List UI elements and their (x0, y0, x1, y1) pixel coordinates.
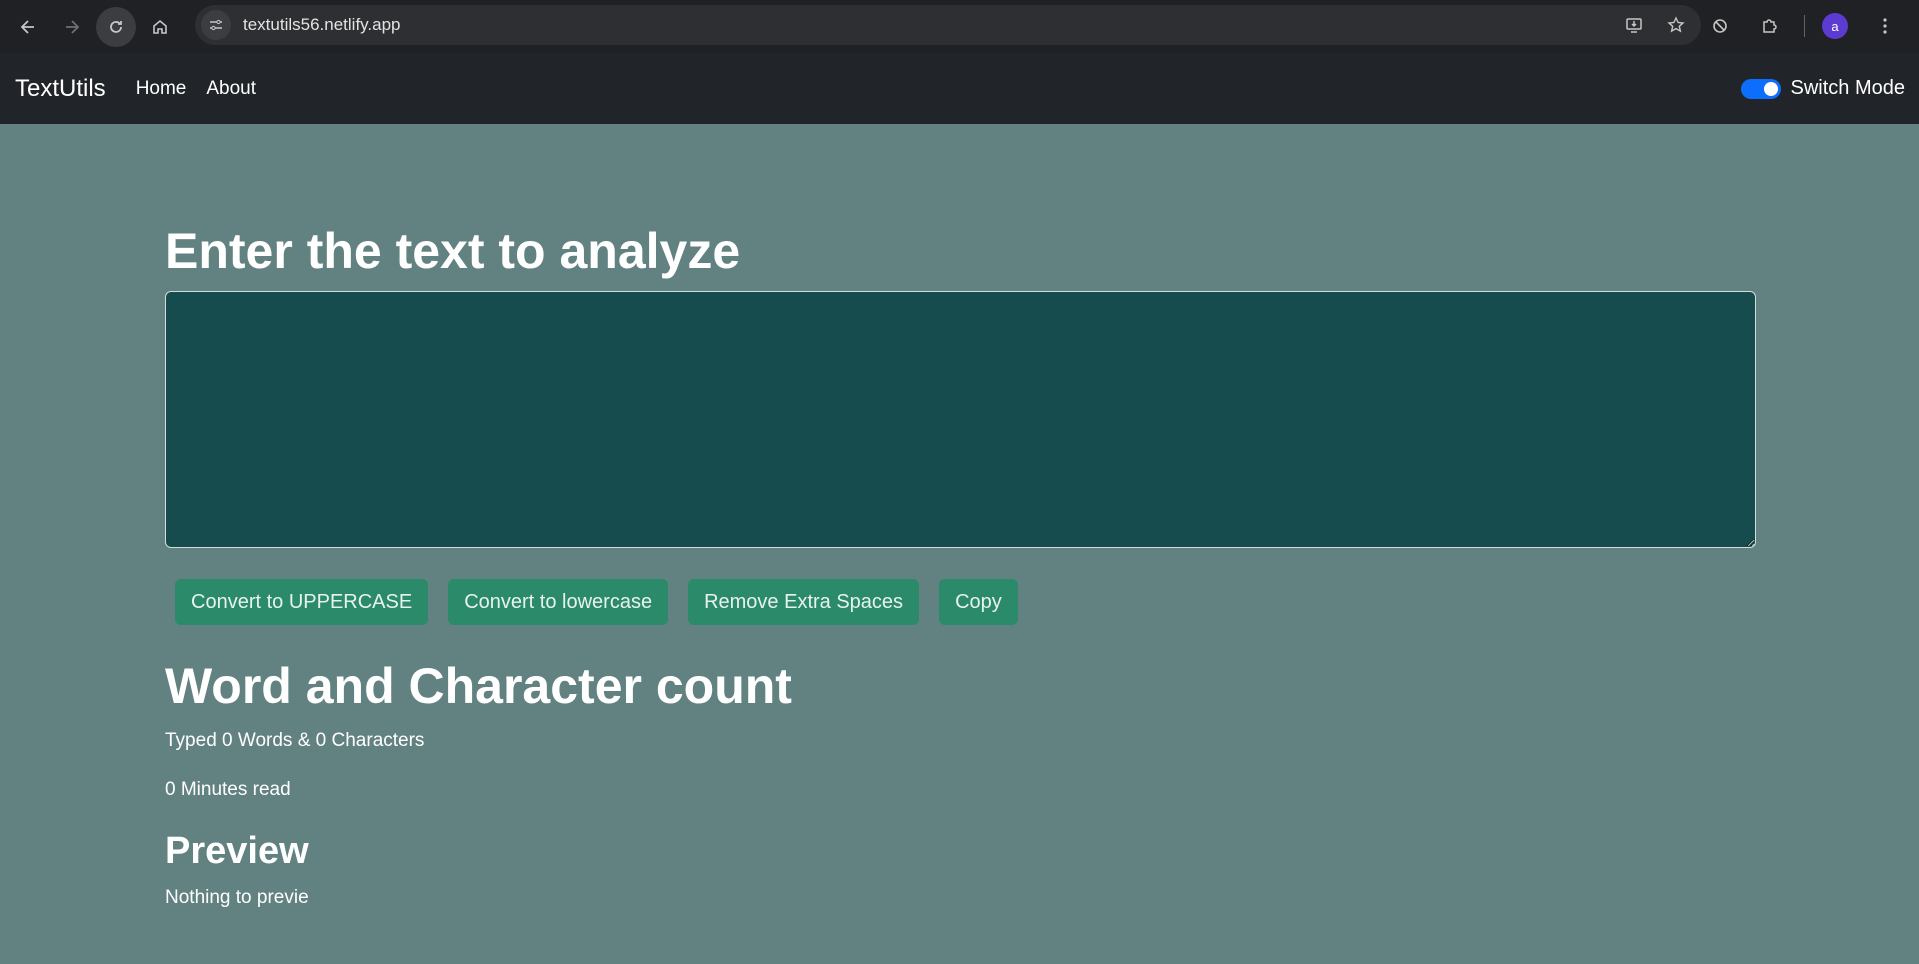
sync-button[interactable] (1700, 6, 1740, 46)
navbar: TextUtils Home About Switch Mode (0, 53, 1919, 124)
forward-button[interactable] (52, 7, 92, 47)
mode-toggle[interactable] (1740, 78, 1781, 99)
lowercase-button[interactable]: Convert to lowercase (448, 579, 669, 625)
address-bar[interactable]: textutils56.netlify.app (195, 5, 1701, 45)
text-input[interactable] (165, 291, 1756, 548)
menu-button[interactable] (1865, 6, 1905, 46)
site-info-button[interactable] (201, 10, 231, 40)
home-icon (153, 19, 167, 34)
install-icon (1626, 18, 1642, 33)
tune-icon (210, 19, 222, 31)
action-buttons: Convert to UPPERCASE Convert to lowercas… (175, 579, 1756, 625)
preview-text: Nothing to previe (165, 886, 309, 908)
star-icon (1667, 16, 1685, 33)
avatar: a (1822, 13, 1848, 39)
mode-switch[interactable]: Switch Mode (1740, 53, 1906, 124)
bookmark-button[interactable] (1659, 8, 1693, 42)
arrow-right-icon (66, 19, 80, 34)
extensions-button[interactable] (1750, 6, 1790, 46)
preview-heading: Preview (165, 830, 309, 872)
summary-heading: Word and Character count (165, 658, 792, 714)
brand-link[interactable]: TextUtils (15, 75, 106, 103)
main-container: Enter the text to analyze Convert to UPP… (165, 124, 1756, 909)
copy-button[interactable]: Copy (939, 579, 1018, 625)
browser-toolbar: textutils56.netlify.app a (0, 0, 1919, 53)
puzzle-icon (1763, 19, 1777, 33)
read-time-text: 0 Minutes read (165, 779, 291, 800)
remove-spaces-button[interactable]: Remove Extra Spaces (688, 579, 920, 625)
install-app-button[interactable] (1617, 8, 1651, 42)
nav-link-home[interactable]: Home (136, 78, 187, 100)
more-vertical-icon (1883, 18, 1887, 34)
reload-icon (110, 20, 122, 33)
nav-link-about[interactable]: About (206, 78, 256, 100)
reload-button[interactable] (96, 6, 136, 47)
sync-icon (1713, 19, 1727, 33)
url-text[interactable]: textutils56.netlify.app (243, 15, 1617, 35)
word-count-text: Typed 0 Words & 0 Characters (165, 730, 425, 751)
home-button[interactable] (140, 7, 180, 47)
back-button[interactable] (8, 7, 48, 47)
page-title: Enter the text to analyze (165, 223, 741, 279)
arrow-left-icon (20, 19, 34, 34)
switch-label: Switch Mode (1790, 77, 1906, 99)
toolbar-divider (1804, 15, 1805, 37)
profile-button[interactable]: a (1815, 6, 1855, 46)
uppercase-button[interactable]: Convert to UPPERCASE (175, 579, 429, 625)
